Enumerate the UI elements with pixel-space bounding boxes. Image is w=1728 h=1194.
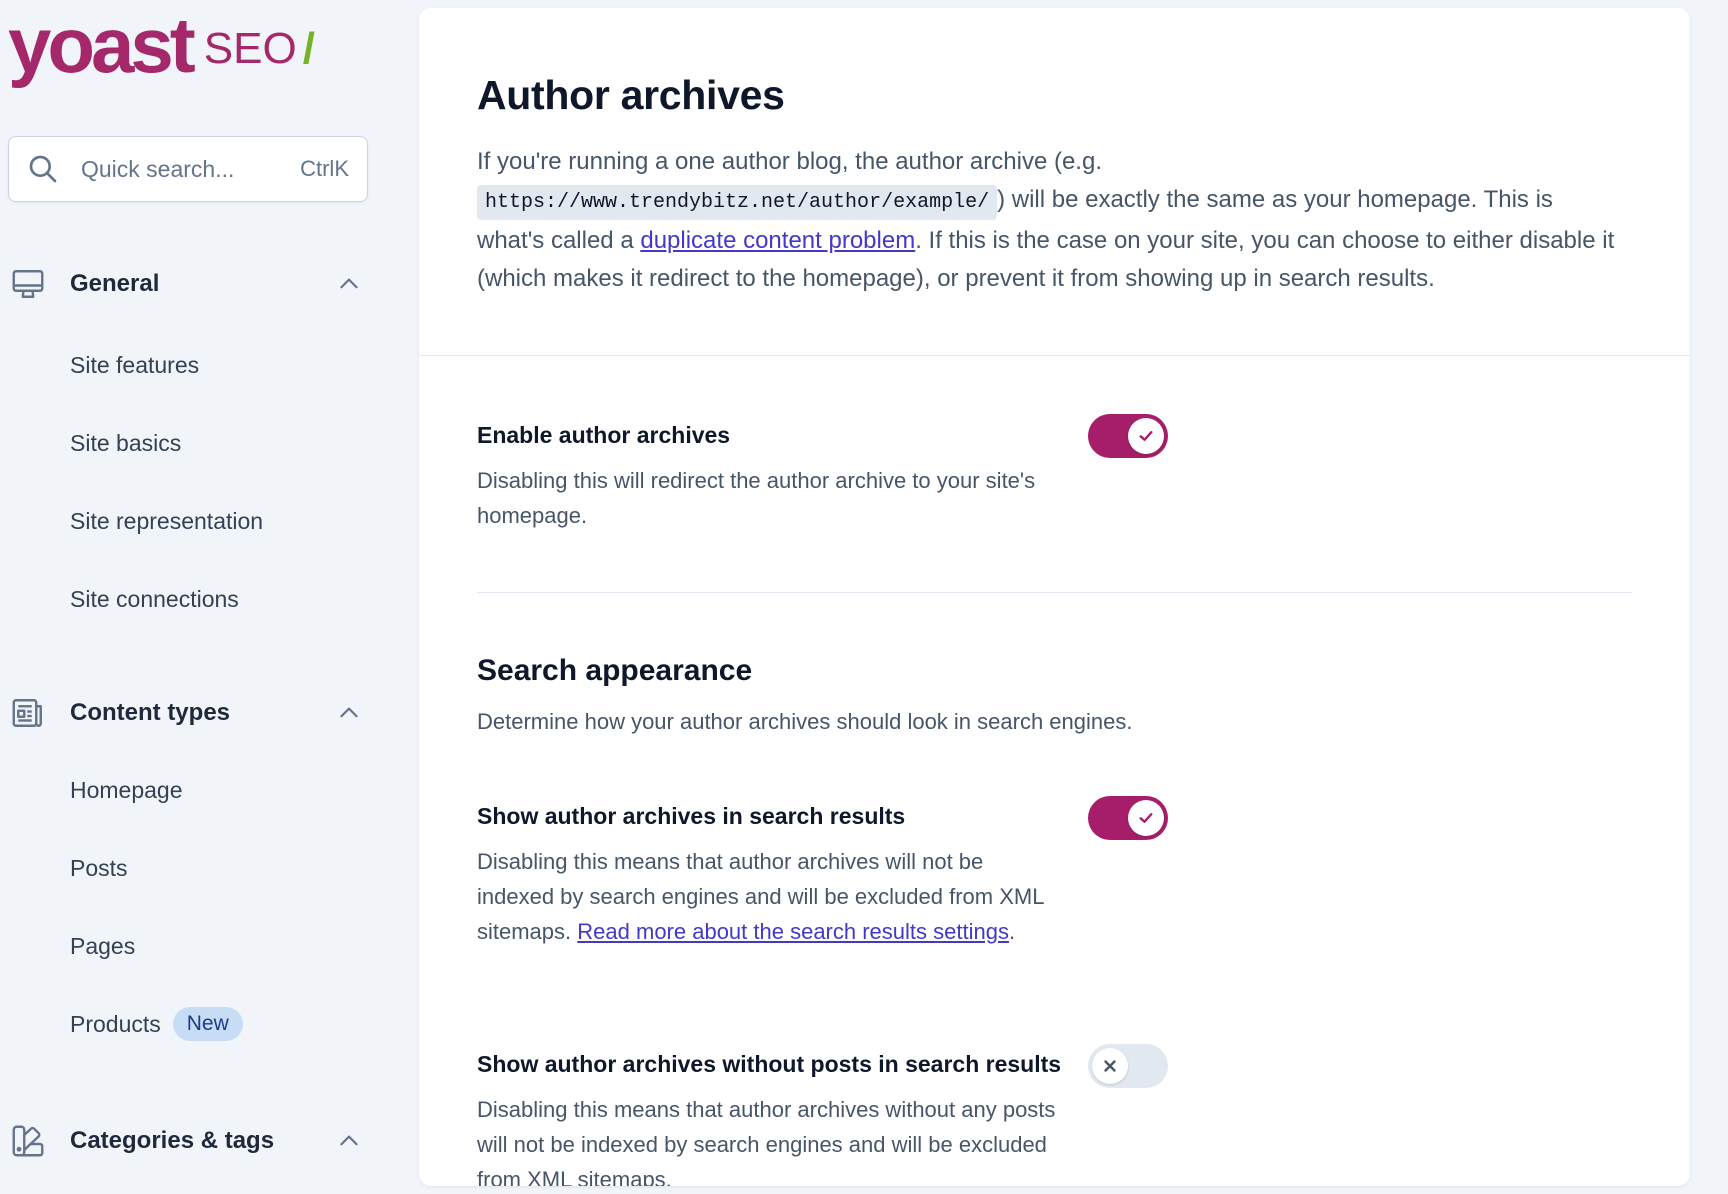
nav-group-label: Categories & tags xyxy=(70,1127,275,1154)
nav-group-header-general[interactable]: General xyxy=(0,256,380,312)
search-icon xyxy=(29,155,57,183)
search-shortcut-hint: CtrlK xyxy=(300,156,349,181)
setting-enable-author-archives: Enable author archives Disabling this wi… xyxy=(477,422,1637,533)
nav-group-header-categories-tags[interactable]: Categories & tags xyxy=(0,1113,380,1169)
setting-show-in-search-results: Show author archives in search results D… xyxy=(477,803,1637,949)
app: yoast SEO / CtrlK General xyxy=(0,0,1728,1194)
intro-text: If you're running a one author blog, the… xyxy=(477,143,1617,298)
chevron-up-icon xyxy=(340,278,358,289)
sidebar-item-pages[interactable]: Pages xyxy=(0,907,380,985)
panel-header: Author archives If you're running a one … xyxy=(419,8,1690,356)
sidebar-item-label: Products xyxy=(70,1010,161,1037)
example-url: https://www.trendybitz.net/author/exampl… xyxy=(477,185,998,220)
chevron-up-icon xyxy=(340,1135,358,1146)
logo-wordmark: yoast xyxy=(8,1,196,89)
setting-title: Enable author archives xyxy=(477,422,731,448)
toggle-knob xyxy=(1092,1048,1128,1084)
sidebar-item-posts[interactable]: Posts xyxy=(0,829,380,907)
check-icon xyxy=(1139,431,1153,441)
sidebar-item-site-representation[interactable]: Site representation xyxy=(0,482,380,560)
setting-description: Disabling this means that author archive… xyxy=(477,1097,1056,1186)
setting-title: Show author archives in search results xyxy=(477,803,906,829)
logo-product: SEO xyxy=(203,24,297,73)
setting-description: Disabling this will redirect the author … xyxy=(477,468,1036,528)
setting-description: Disabling this means that author archive… xyxy=(477,844,1057,949)
setting-title: Show author archives without posts in se… xyxy=(477,1051,1062,1077)
chevron-up-icon xyxy=(340,707,358,718)
sidebar-item-site-features[interactable]: Site features xyxy=(0,326,380,404)
new-badge: New xyxy=(172,1007,243,1041)
nav-group-header-content-types[interactable]: Content types xyxy=(0,685,380,741)
toggle-knob xyxy=(1128,800,1164,836)
logo-slash: / xyxy=(302,24,315,73)
nav-group-general: General Site features Site basics Site r… xyxy=(0,256,380,638)
read-more-link[interactable]: Read more about the search results setti… xyxy=(577,919,1009,944)
page-title: Author archives xyxy=(477,72,785,118)
newspaper-icon xyxy=(8,693,48,733)
enable-author-archives-toggle[interactable] xyxy=(1088,414,1168,458)
show-in-search-results-toggle[interactable] xyxy=(1088,796,1168,840)
description-suffix: . xyxy=(1008,919,1016,944)
x-icon xyxy=(1104,1060,1116,1072)
sidebar-item-homepage[interactable]: Homepage xyxy=(0,751,380,829)
search-input[interactable] xyxy=(81,155,281,183)
yoast-logo[interactable]: yoast SEO / xyxy=(8,4,315,84)
toggle-knob xyxy=(1128,418,1164,454)
color-swatch-icon xyxy=(8,1121,48,1161)
sidebar-item-products[interactable]: Products New xyxy=(0,985,380,1063)
duplicate-content-link[interactable]: duplicate content problem xyxy=(640,227,915,254)
nav-group-label: General xyxy=(70,270,160,297)
nav-group-categories-tags: Categories & tags xyxy=(0,1113,380,1169)
setting-show-without-posts: Show author archives without posts in se… xyxy=(477,1051,1637,1186)
nav-group-label: Content types xyxy=(70,699,231,726)
sidebar-item-site-basics[interactable]: Site basics xyxy=(0,404,380,482)
desktop-icon xyxy=(8,264,48,304)
sidebar-item-site-connections[interactable]: Site connections xyxy=(0,560,380,638)
divider xyxy=(477,592,1632,593)
section-title-search-appearance: Search appearance xyxy=(477,654,753,687)
intro-part: If you're running a one author blog, the… xyxy=(477,148,1102,175)
quick-search[interactable]: CtrlK xyxy=(8,136,368,202)
settings-panel: Author archives If you're running a one … xyxy=(419,8,1690,1186)
check-icon xyxy=(1139,813,1153,823)
section-description: Determine how your author archives shoul… xyxy=(477,709,1133,734)
sidebar: yoast SEO / CtrlK General xyxy=(0,0,410,1194)
nav-group-content-types: Content types Homepage Posts Pages Produ… xyxy=(0,685,380,1063)
show-without-posts-toggle[interactable] xyxy=(1088,1044,1168,1088)
